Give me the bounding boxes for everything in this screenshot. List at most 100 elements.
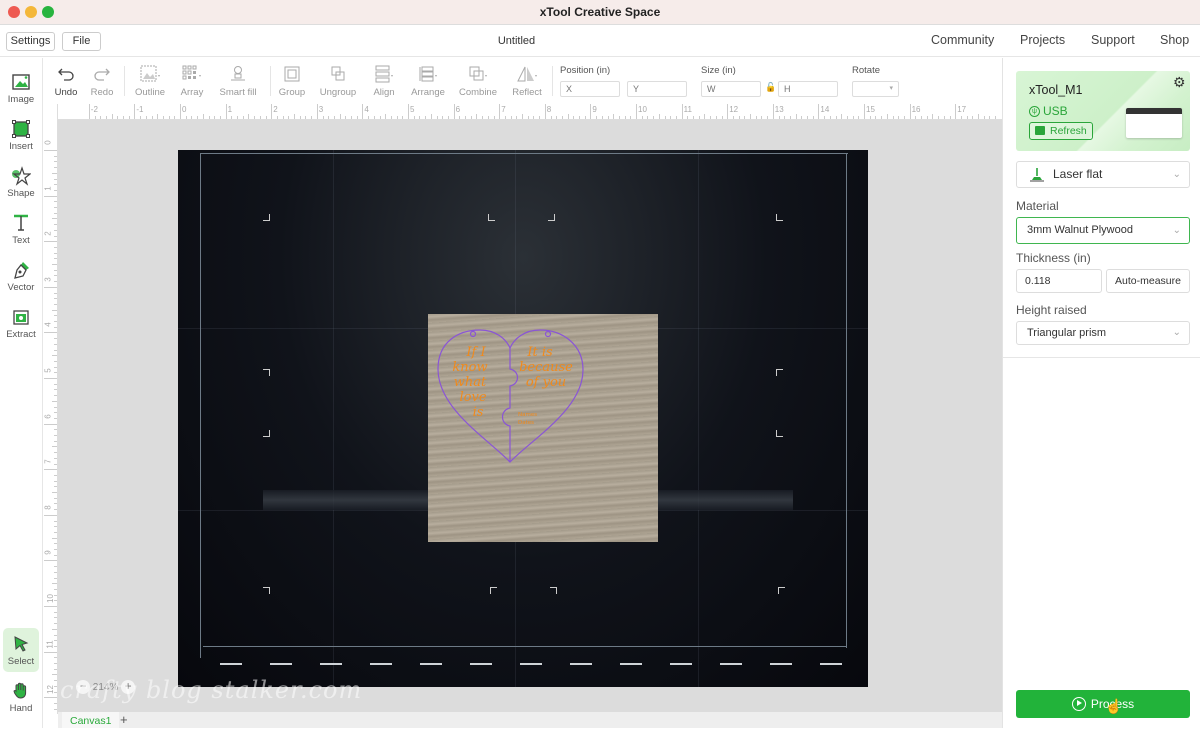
ruler-major-tick — [362, 104, 364, 119]
image-tool[interactable]: Image — [3, 66, 39, 110]
ruler-minor-tick — [795, 114, 797, 119]
rotate-select[interactable]: ▾ — [852, 81, 899, 97]
refresh-button[interactable]: Refresh — [1029, 122, 1093, 140]
ruler-minor-tick — [704, 114, 706, 119]
array-button[interactable]: Array — [170, 64, 214, 98]
insert-tool[interactable]: Insert — [3, 113, 39, 157]
ungroup-icon — [331, 66, 345, 81]
ruler-minor-tick — [390, 116, 392, 119]
align-button[interactable]: Align — [362, 64, 406, 98]
ruler-minor-tick — [52, 355, 57, 357]
camera-preview[interactable]: If Iknow what love is It is because of you Na… — [178, 150, 868, 687]
bed-mark — [820, 663, 842, 665]
position-x-input[interactable] — [560, 81, 620, 97]
projects-link[interactable]: Projects — [1020, 33, 1065, 47]
ruler-minor-tick — [328, 116, 330, 119]
vertical-ruler: 0 1 2 3 4 5 6 7 8 9 10 11 12 — [44, 104, 58, 714]
group-button[interactable]: Group — [270, 64, 314, 98]
group-label: Group — [278, 87, 306, 98]
design-text-right: It is because of you — [519, 345, 573, 390]
ruler-minor-tick — [54, 457, 57, 459]
ruler-minor-tick — [943, 116, 945, 119]
ruler-minor-tick — [54, 338, 57, 340]
ruler-minor-tick — [333, 116, 335, 119]
ruler-major-tick — [590, 104, 592, 119]
ruler-minor-tick — [869, 116, 871, 119]
ruler-minor-tick — [288, 116, 290, 119]
grid-line — [333, 150, 334, 687]
vector-tool[interactable]: Vector — [3, 254, 39, 298]
canvas-workspace[interactable]: If Iknow what love is It is because of you Na… — [58, 120, 1002, 712]
ruler-minor-tick — [54, 531, 57, 533]
heart-design[interactable]: If Iknow what love is It is because of you Na… — [428, 314, 658, 542]
position-y-input[interactable] — [627, 81, 687, 97]
text-icon — [14, 214, 28, 231]
ruler-minor-tick — [54, 235, 57, 237]
bed-mark — [270, 663, 292, 665]
auto-measure-button[interactable]: Auto-measure — [1106, 269, 1190, 293]
ruler-minor-tick — [219, 116, 221, 119]
shop-link[interactable]: Shop — [1160, 33, 1189, 47]
refresh-label: Refresh — [1050, 125, 1087, 137]
redo-button[interactable]: Redo — [80, 64, 124, 98]
design-text-small: Names Dates — [518, 412, 537, 426]
ruler-minor-tick — [54, 189, 57, 191]
wood-material[interactable]: If Iknow what love is It is because of you Na… — [428, 314, 658, 542]
arrange-icon — [419, 66, 437, 82]
material-select[interactable]: 3mm Walnut Plywood ⌄ — [1016, 217, 1190, 244]
insert-tool-label: Insert — [9, 141, 33, 152]
ruler-minor-tick — [52, 218, 57, 220]
ruler-minor-tick — [140, 116, 142, 119]
height-raised-select[interactable]: Triangular prism ⌄ — [1016, 321, 1190, 345]
size-w-input[interactable] — [701, 81, 761, 97]
ruler-minor-tick — [846, 116, 848, 119]
alignment-marker — [263, 369, 270, 376]
ruler-minor-tick — [54, 269, 57, 271]
ruler-minor-tick — [54, 326, 57, 328]
toolbar-divider — [124, 66, 125, 96]
shape-tool[interactable]: Shape — [3, 160, 39, 204]
community-link[interactable]: Community — [931, 33, 994, 47]
lock-ratio-icon[interactable]: 🔓 — [765, 82, 776, 93]
gear-icon[interactable]: ⚙ — [1173, 74, 1186, 91]
hanger-hole — [469, 330, 477, 338]
ruler-label: 0 — [182, 105, 187, 114]
text-tool[interactable]: Text — [3, 207, 39, 251]
ruler-minor-tick — [54, 708, 57, 710]
support-link[interactable]: Support — [1091, 33, 1135, 47]
ruler-major-tick — [453, 104, 455, 119]
ruler-major-tick — [225, 104, 227, 119]
ruler-minor-tick — [898, 116, 900, 119]
edit-toolbar: Undo Redo Outline Array Smart fill Group… — [44, 58, 1002, 104]
ruler-minor-tick — [522, 114, 523, 119]
ruler-label: 6 — [44, 413, 53, 419]
smart-fill-button[interactable]: Smart fill — [216, 64, 260, 98]
tab-canvas1[interactable]: Canvas1 — [62, 712, 120, 728]
ruler-minor-tick — [54, 571, 57, 573]
ruler-minor-tick — [54, 543, 57, 545]
ruler-minor-tick — [54, 486, 57, 488]
combine-button[interactable]: Combine — [456, 64, 500, 98]
connection-status: ψ USB — [1029, 104, 1068, 118]
thickness-input[interactable]: 0.118 — [1016, 269, 1102, 293]
process-button[interactable]: Process — [1016, 690, 1190, 718]
outline-button[interactable]: Outline — [128, 64, 172, 98]
reflect-button[interactable]: Reflect — [505, 64, 549, 98]
arrange-button[interactable]: Arrange — [406, 64, 450, 98]
select-tool[interactable]: Select — [3, 628, 39, 672]
extract-tool[interactable]: Extract — [3, 301, 39, 345]
add-canvas-button[interactable]: + — [120, 712, 128, 728]
ruler-minor-tick — [54, 155, 57, 157]
ruler-minor-tick — [151, 116, 153, 119]
chevron-down-icon: ⌄ — [1172, 327, 1181, 338]
hand-tool[interactable]: Hand — [3, 675, 39, 719]
ruler-minor-tick — [54, 161, 57, 163]
ruler-minor-tick — [54, 360, 57, 362]
size-h-input[interactable] — [778, 81, 838, 97]
ruler-minor-tick — [385, 114, 387, 119]
shape-star-icon — [12, 166, 31, 186]
ruler-minor-tick — [208, 116, 210, 119]
ruler-minor-tick — [470, 116, 472, 119]
ungroup-button[interactable]: Ungroup — [316, 64, 360, 98]
mode-select[interactable]: Laser flat ⌄ — [1016, 161, 1190, 188]
